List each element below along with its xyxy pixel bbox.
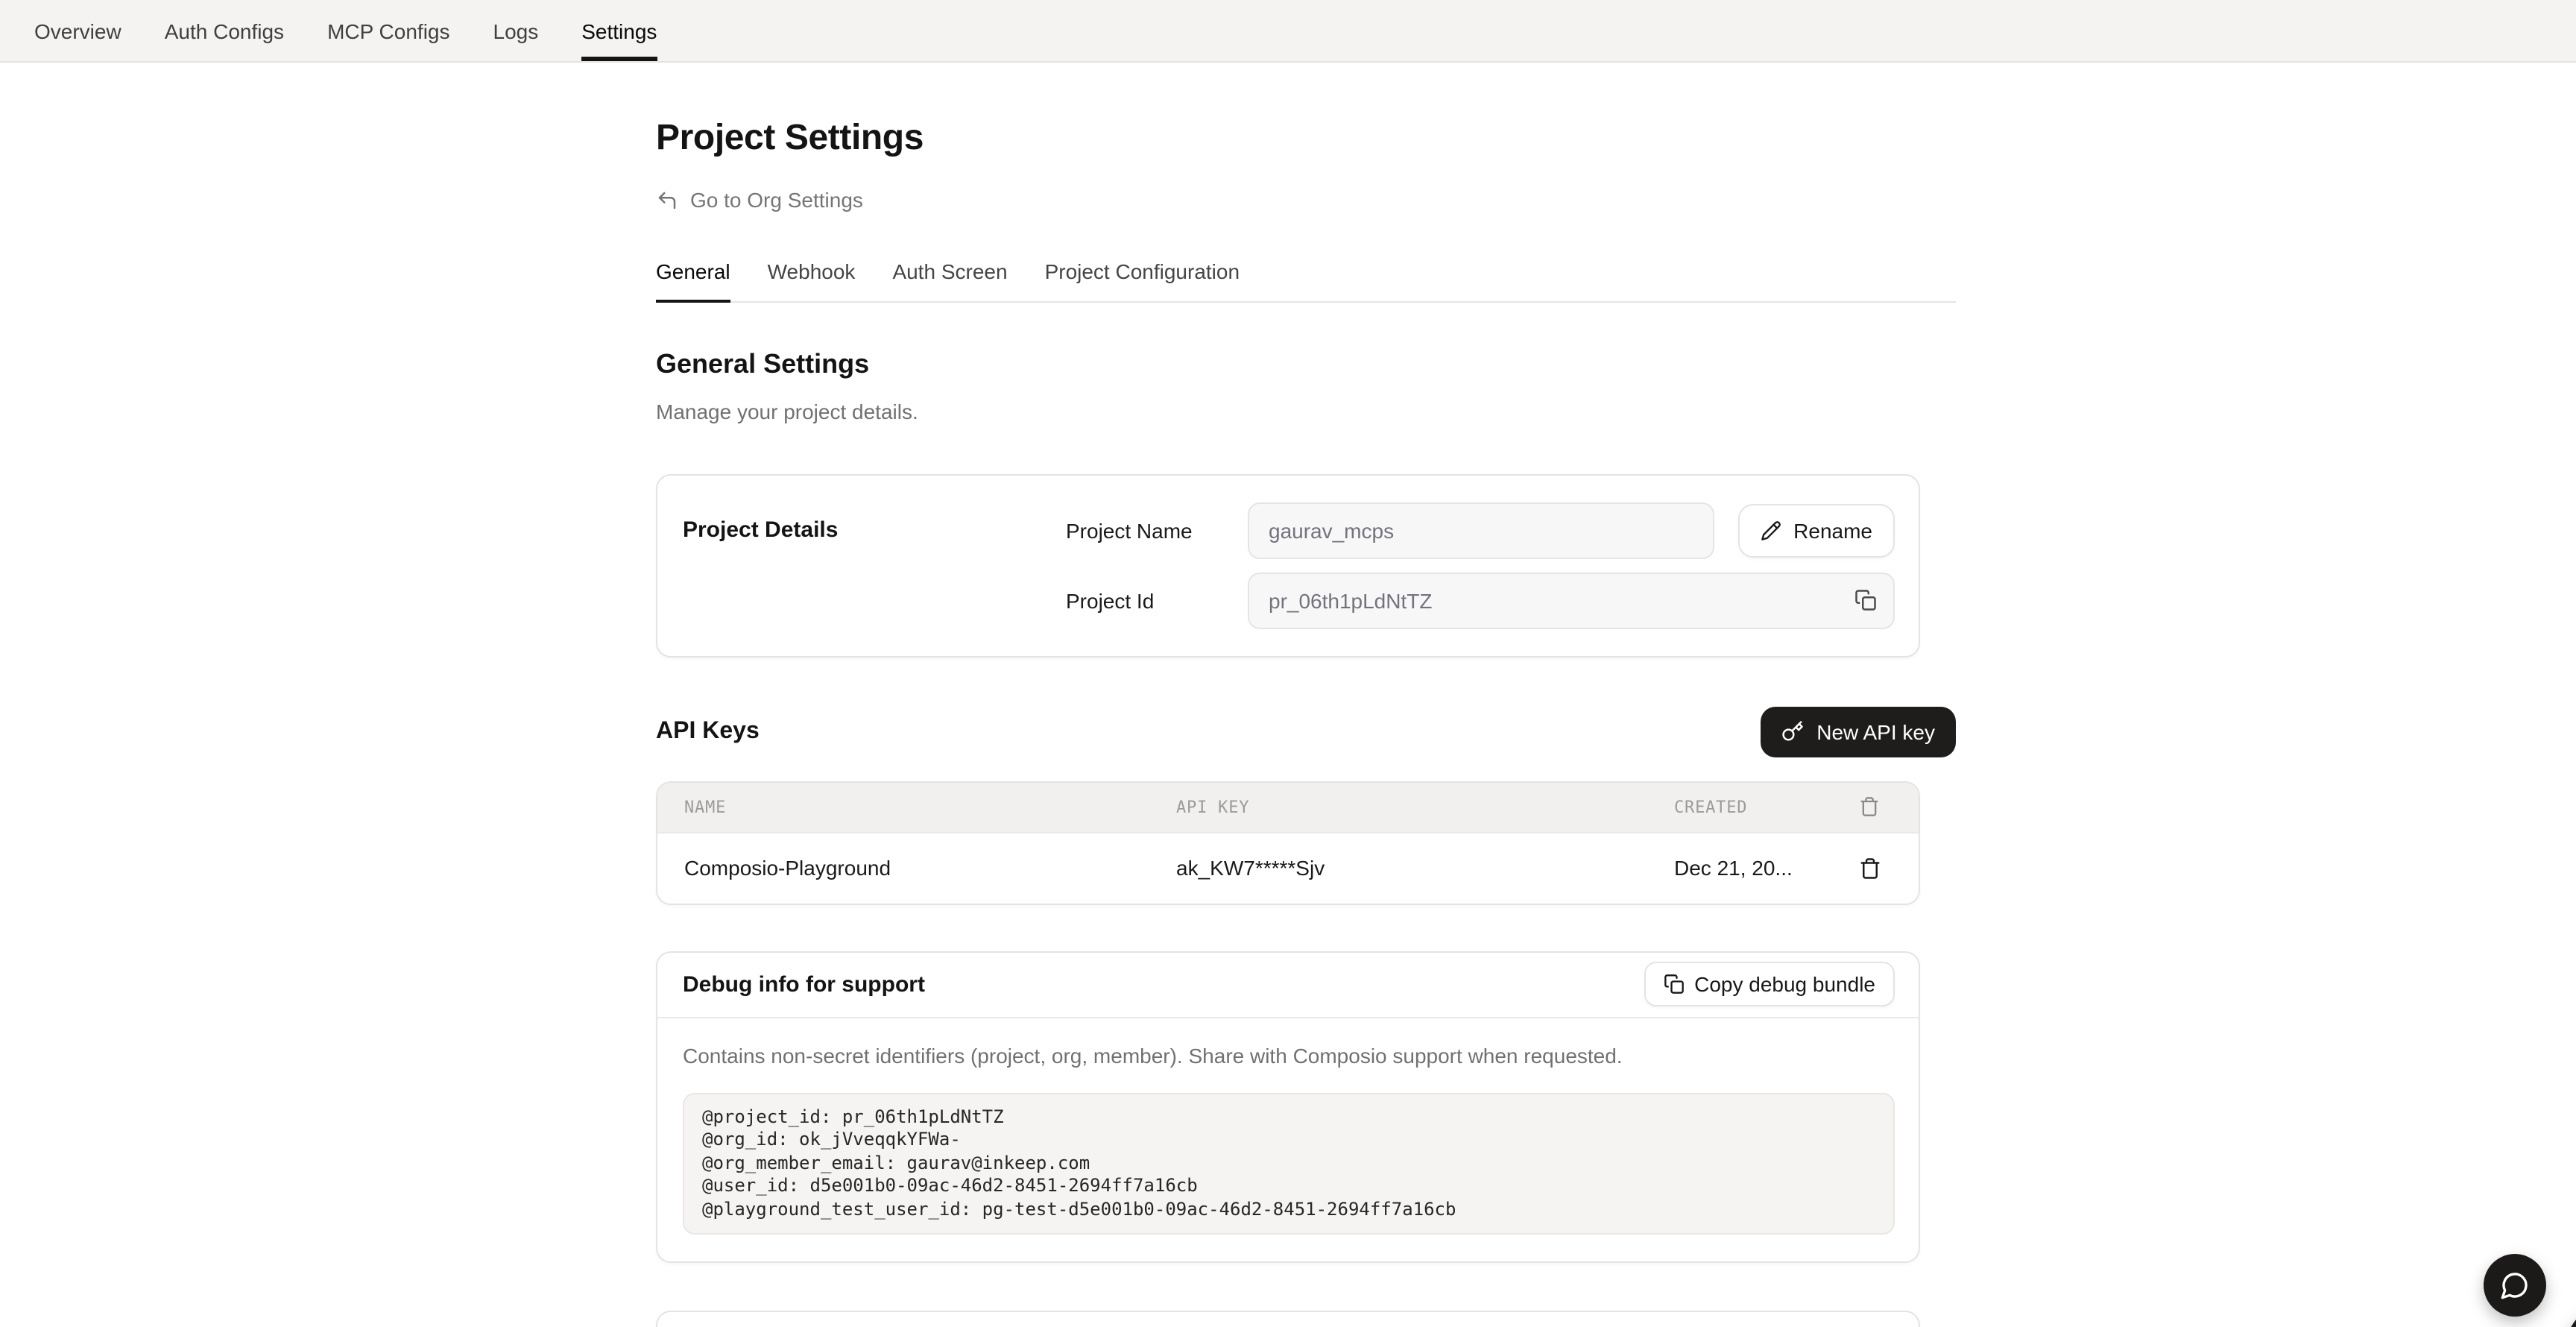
copy-icon[interactable] (1852, 587, 1878, 614)
project-name-row: Project Name Rename (1066, 502, 1895, 558)
key-icon (1781, 720, 1803, 743)
api-key-value: ak_KW7*****Sjv (1176, 856, 1674, 880)
project-settings-page: Overview Auth Configs MCP Configs Logs S… (0, 0, 2576, 1327)
rename-button-label: Rename (1793, 518, 1872, 542)
trash-icon (1841, 796, 1898, 817)
nav-item-mcp-configs[interactable]: MCP Configs (327, 0, 449, 61)
debug-card-body: Contains non-secret identifiers (project… (657, 1018, 1919, 1261)
trash-icon[interactable] (1841, 857, 1898, 879)
col-header-name: NAME (684, 797, 1176, 816)
page-title: Project Settings (656, 118, 1956, 160)
project-id-input[interactable] (1248, 572, 1895, 628)
debug-card-header: Debug info for support Copy debug bundle (657, 952, 1919, 1018)
api-keys-header-row: API Keys New API key (656, 706, 1956, 757)
chat-fab-button[interactable] (2484, 1254, 2546, 1317)
tab-auth-screen[interactable]: Auth Screen (892, 259, 1007, 302)
go-to-org-settings-link[interactable]: Go to Org Settings (656, 188, 863, 212)
tab-webhook[interactable]: Webhook (768, 259, 856, 302)
new-api-key-label: New API key (1816, 719, 1935, 743)
project-id-input-wrap (1248, 572, 1895, 628)
settings-tabs: General Webhook Auth Screen Project Conf… (656, 259, 1956, 302)
corner-up-left-icon (656, 189, 678, 211)
api-keys-table-header: NAME API KEY CREATED (657, 782, 1919, 831)
general-settings-subheading: Manage your project details. (656, 399, 1956, 423)
debug-info-card: Debug info for support Copy debug bundle… (656, 951, 1920, 1263)
copy-icon (1663, 974, 1684, 995)
code-line: @org_member_email: gaurav@inkeep.com (702, 1152, 1875, 1175)
col-header-created: CREATED (1674, 797, 1841, 816)
nav-item-auth-configs[interactable]: Auth Configs (165, 0, 284, 61)
tab-general[interactable]: General (656, 259, 730, 302)
nav-item-logs[interactable]: Logs (493, 0, 539, 61)
back-link-label: Go to Org Settings (690, 188, 863, 212)
project-id-row: Project Id (1066, 572, 1895, 628)
api-key-created: Dec 21, 20... (1674, 856, 1841, 880)
debug-code-block: @project_id: pr_06th1pLdNtTZ@org_id: ok_… (683, 1092, 1895, 1235)
chat-bubble-icon (2500, 1270, 2530, 1300)
copy-debug-bundle-button[interactable]: Copy debug bundle (1644, 962, 1895, 1006)
debug-card-title: Debug info for support (683, 971, 925, 997)
main-content: Project Settings Go to Org Settings Gene… (656, 63, 1956, 1327)
col-header-api-key: API KEY (1176, 797, 1674, 816)
new-api-key-button[interactable]: New API key (1760, 706, 1956, 757)
pencil-icon (1761, 520, 1781, 540)
api-keys-heading: API Keys (656, 718, 760, 745)
top-nav: Overview Auth Configs MCP Configs Logs S… (0, 0, 2576, 63)
code-line: @project_id: pr_06th1pLdNtTZ (702, 1106, 1875, 1129)
project-name-label: Project Name (1066, 518, 1248, 542)
code-line: @user_id: d5e001b0-09ac-46d2-8451-2694ff… (702, 1175, 1875, 1198)
api-key-name: Composio-Playground (684, 856, 1176, 880)
api-keys-table: NAME API KEY CREATED Composio-Playground… (656, 781, 1920, 904)
project-id-label: Project Id (1066, 588, 1248, 612)
project-details-title: Project Details (683, 502, 1066, 628)
rename-button[interactable]: Rename (1738, 503, 1895, 557)
corner-fab-button-partial[interactable] (2567, 1308, 2576, 1327)
general-settings-heading: General Settings (656, 348, 1956, 379)
project-details-fields: Project Name Rename Project Id (1066, 502, 1895, 628)
project-details-card: Project Details Project Name Rename (656, 473, 1920, 657)
code-line: @playground_test_user_id: pg-test-d5e001… (702, 1198, 1875, 1221)
next-section-card-partial (656, 1311, 1920, 1327)
code-line: @org_id: ok_jVveqqkYFWa- (702, 1129, 1875, 1152)
copy-debug-bundle-label: Copy debug bundle (1694, 972, 1875, 996)
project-name-input[interactable] (1248, 502, 1714, 558)
debug-description: Contains non-secret identifiers (project… (683, 1043, 1895, 1067)
nav-item-settings[interactable]: Settings (581, 0, 657, 61)
tab-project-configuration[interactable]: Project Configuration (1045, 259, 1240, 302)
nav-item-overview[interactable]: Overview (34, 0, 121, 61)
api-key-row: Composio-Playground ak_KW7*****Sjv Dec 2… (657, 831, 1919, 903)
